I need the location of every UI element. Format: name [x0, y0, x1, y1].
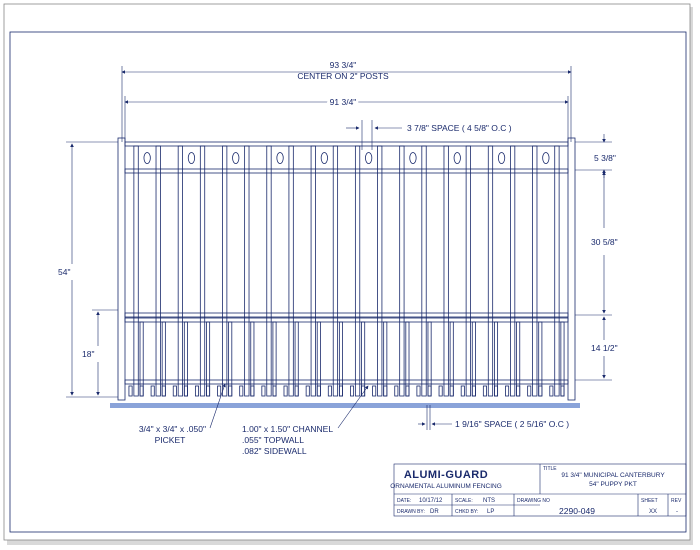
scale-value: NTS	[483, 498, 495, 504]
drawn-by-value: DR	[430, 509, 439, 515]
rev-label: REV	[671, 498, 682, 504]
drawing-title-line1: 91 3/4" MUNICIPAL CANTERBURY	[561, 472, 665, 479]
rev-value: -	[676, 509, 678, 515]
drawing-no-value: 2290-049	[559, 506, 595, 516]
drawing-sheet: 93 3/4" CENTER ON 2" POSTS 91 3/4" 3 7/8…	[3, 3, 693, 545]
callout-channel-sidewall: .082" SIDEWALL	[242, 446, 307, 456]
callout-picket-label: PICKET	[155, 435, 186, 445]
dim-bottom-space: 1 9/16" SPACE ( 2 5/16" O.C )	[455, 419, 569, 429]
callout-channel-topwall: .055" TOPWALL	[242, 435, 304, 445]
ground-line	[110, 403, 580, 408]
title-label: TITLE	[543, 466, 557, 472]
callout-picket-size: 3/4" x 3/4" x .050"	[139, 424, 206, 434]
sheet-label: SHEET	[641, 498, 658, 504]
checked-by-label: CHKD BY:	[455, 509, 478, 515]
checked-by-value: LP	[487, 509, 494, 515]
dim-center-on-posts: 93 3/4"	[330, 60, 357, 70]
dim-top-finial-height: 5 3/8"	[594, 153, 616, 163]
sheet-border	[3, 3, 691, 541]
drawn-by-label: DRAWN BY:	[397, 509, 425, 515]
company-name: ALUMI-GUARD	[404, 469, 488, 481]
sheet-value: XX	[649, 509, 657, 515]
dim-center-on-posts-label: CENTER ON 2" POSTS	[297, 71, 389, 81]
date-label: DATE:	[397, 498, 411, 504]
dim-top-space: 3 7/8" SPACE ( 4 5/8" O.C )	[407, 123, 512, 133]
dim-bottom-section-height: 18"	[82, 349, 94, 359]
date-value: 10/17/12	[419, 498, 443, 504]
drawing-no-label: DRAWING NO	[517, 498, 550, 504]
callout-channel-size: 1.00" x 1.50" CHANNEL	[242, 424, 333, 434]
drawing-title-line2: 54" PUPPY PKT	[589, 481, 637, 488]
dim-upper-section-height: 30 5/8"	[591, 237, 618, 247]
company-subtitle: ORNAMENTAL ALUMINUM FENCING	[390, 483, 502, 490]
dim-overall-height: 54"	[58, 267, 70, 277]
dim-lower-section-height: 14 1/2"	[591, 343, 618, 353]
dim-inner-width: 91 3/4"	[330, 97, 357, 107]
scale-label: SCALE:	[455, 498, 473, 504]
